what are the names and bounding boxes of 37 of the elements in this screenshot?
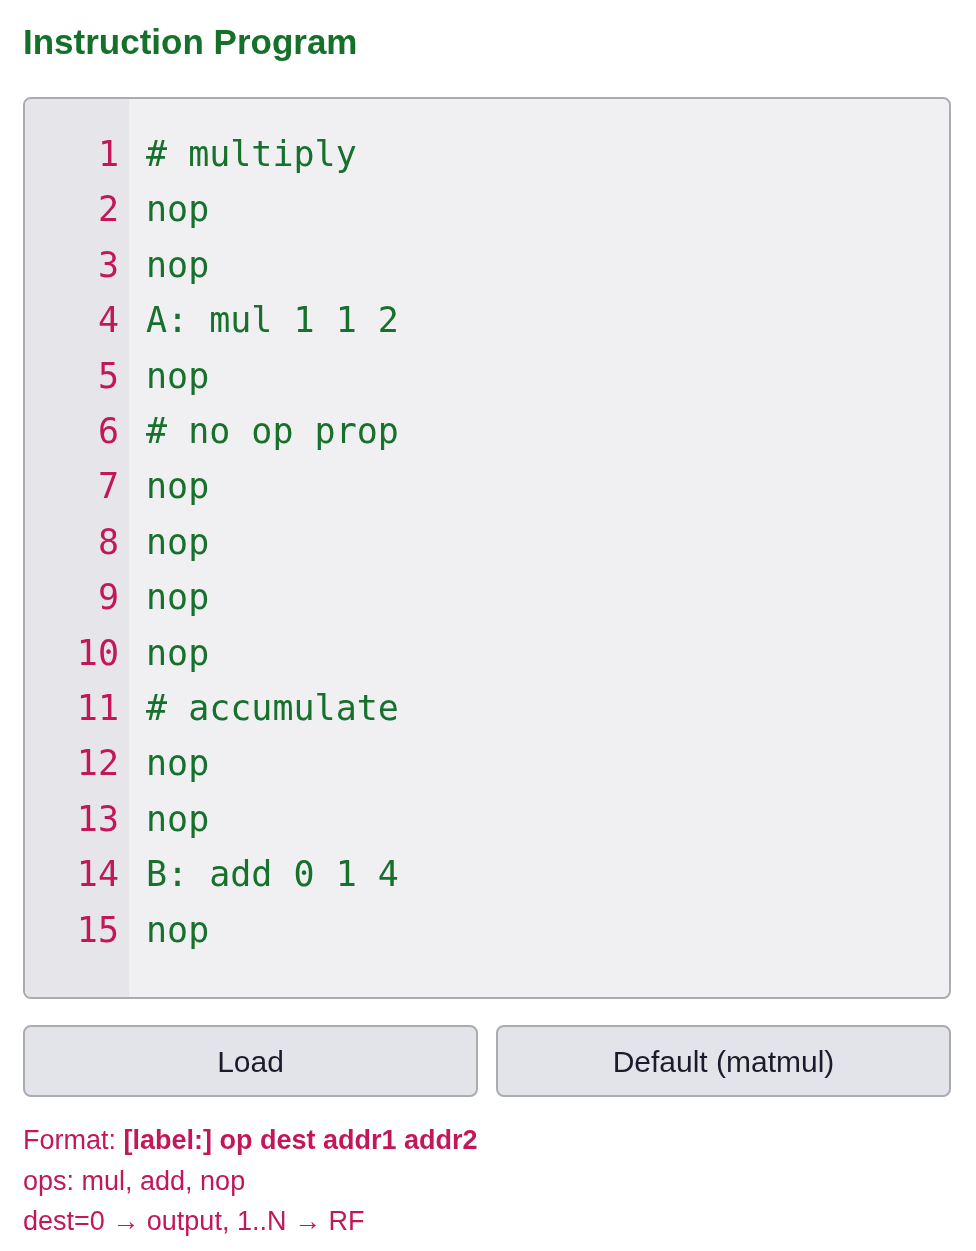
line-number: 5 (97, 354, 119, 398)
section-heading: Instruction Program (23, 21, 358, 63)
line-number: 7 (97, 465, 119, 509)
code-line: # no op prop (146, 410, 399, 454)
line-number: 15 (76, 908, 119, 952)
code-line: # multiply (146, 133, 357, 176)
code-line: nop (146, 354, 210, 398)
code-editor[interactable]: 1 2 3 4 5 6 7 8 9 10 11 12 13 14 15 # multiply nop nop A: mul 1 1 2 nop # no op prop nop nop nop nop # accumulate nop nop B: add 0 1 4 nop (23, 97, 951, 999)
line-number: 11 (76, 687, 119, 731)
line-number: 6 (97, 410, 119, 454)
line-number: 8 (97, 520, 119, 564)
code-line: nop (146, 188, 210, 232)
code-line: nop (146, 576, 210, 620)
code-line: nop (146, 797, 210, 841)
line-number: 9 (97, 576, 119, 620)
line-number: 4 (97, 299, 119, 343)
line-number: 13 (76, 797, 119, 841)
code-line: nop (146, 908, 210, 952)
code-line: # accumulate (146, 687, 399, 731)
code-line: nop (146, 243, 210, 287)
code-line: A: mul 1 1 2 (146, 299, 399, 343)
code-line: nop (146, 465, 210, 509)
line-number: 2 (97, 188, 119, 232)
action-button[interactable]: Default (matmul) (496, 1025, 951, 1097)
help-text: ops: mul, add, nop (23, 1164, 246, 1198)
help-text: Format: [label:] op dest addr1 addr2 (23, 1124, 478, 1157)
action-button[interactable]: Load (23, 1025, 478, 1097)
code-line: B: add 0 1 4 (146, 853, 399, 897)
code-line: nop (146, 520, 210, 564)
help-text: dest=0 → output, 1..N → RF (23, 1205, 365, 1238)
line-number: 10 (76, 631, 119, 675)
line-number: 3 (97, 243, 119, 287)
line-number: 14 (76, 853, 119, 897)
line-number: 12 (76, 742, 119, 786)
code-line: nop (146, 742, 210, 786)
line-number: 1 (97, 133, 119, 176)
code-line: nop (146, 631, 210, 675)
